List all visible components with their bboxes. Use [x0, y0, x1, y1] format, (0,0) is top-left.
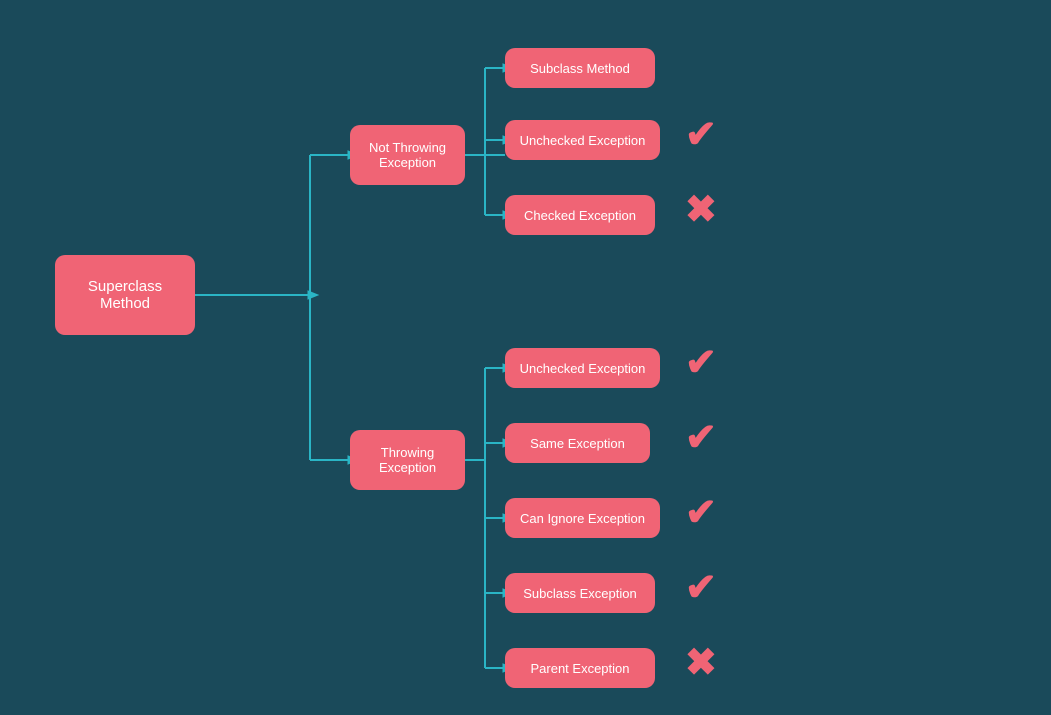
check-icon-same: ✔: [685, 415, 717, 460]
superclass-method-node: Superclass Method: [55, 255, 195, 335]
check-icon-unchecked1: ✔: [685, 112, 717, 157]
diagram-container: Superclass Method Not ThrowingException …: [0, 0, 1051, 715]
same-exception-node: Same Exception: [505, 423, 650, 463]
parent-exception-node: Parent Exception: [505, 648, 655, 688]
unchecked-exception-1-node: Unchecked Exception: [505, 120, 660, 160]
not-throwing-exception-node: Not ThrowingException: [350, 125, 465, 185]
can-ignore-exception-node: Can Ignore Exception: [505, 498, 660, 538]
cross-icon-parent: ✖: [685, 640, 717, 685]
subclass-exception-node: Subclass Exception: [505, 573, 655, 613]
check-icon-subclass: ✔: [685, 565, 717, 610]
checked-exception-node: Checked Exception: [505, 195, 655, 235]
cross-icon-checked: ✖: [685, 187, 717, 232]
check-icon-canignore: ✔: [685, 490, 717, 535]
check-icon-unchecked2: ✔: [685, 340, 717, 385]
subclass-method-node: Subclass Method: [505, 48, 655, 88]
throwing-exception-node: ThrowingException: [350, 430, 465, 490]
unchecked-exception-2-node: Unchecked Exception: [505, 348, 660, 388]
